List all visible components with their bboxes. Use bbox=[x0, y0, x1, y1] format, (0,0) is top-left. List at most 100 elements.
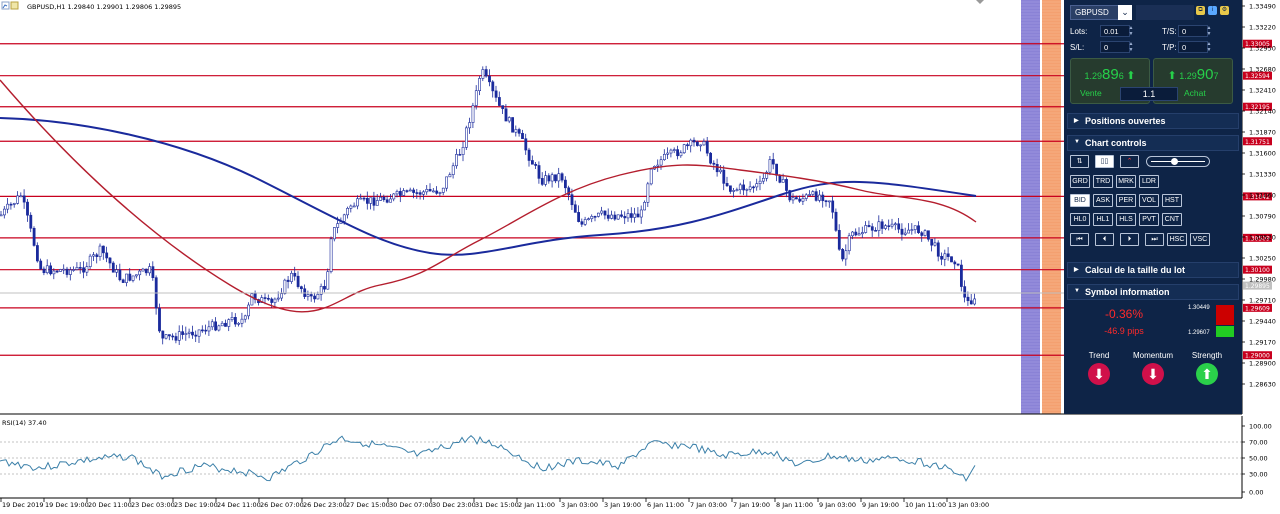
chart-control-hl1-button[interactable]: HL1 bbox=[1093, 213, 1113, 226]
lot-display[interactable]: 1.1 bbox=[1120, 87, 1178, 101]
candle-body bbox=[418, 192, 422, 195]
time-tick-label: 23 Dec 19:00 bbox=[174, 501, 218, 509]
chart-control-hls-button[interactable]: HLS bbox=[1116, 213, 1136, 226]
ts-stepper[interactable]: ▲ ▼ bbox=[1206, 25, 1212, 37]
candle-body bbox=[827, 200, 831, 203]
candle-body bbox=[686, 144, 689, 147]
candle-body bbox=[464, 127, 468, 148]
candle-body bbox=[135, 274, 138, 277]
candle-body bbox=[138, 270, 142, 276]
bar-mode-button[interactable]: ▯▯ bbox=[1095, 155, 1114, 168]
vsc-button[interactable]: VSC bbox=[1190, 233, 1210, 246]
candle-body bbox=[808, 194, 812, 196]
zoom-slider[interactable] bbox=[1146, 156, 1210, 167]
candle-body bbox=[550, 174, 554, 182]
level-tag-label: 1.31751 bbox=[1245, 139, 1270, 146]
candle-body bbox=[712, 162, 716, 165]
chart-control-hst-button[interactable]: HST bbox=[1162, 194, 1182, 207]
tp-field[interactable]: 0 bbox=[1178, 41, 1208, 53]
prev-bar-button[interactable]: ⏴ bbox=[1095, 233, 1114, 246]
candle-body bbox=[785, 179, 788, 191]
chart-control-cnt-button[interactable]: CNT bbox=[1162, 213, 1182, 226]
tp-stepper[interactable]: ▲ ▼ bbox=[1206, 41, 1212, 53]
candle-body bbox=[16, 195, 20, 204]
candle-body bbox=[963, 286, 967, 298]
time-tick-label: 7 Jan 19:00 bbox=[733, 501, 770, 509]
candle-body bbox=[709, 152, 713, 164]
candle-body bbox=[356, 198, 359, 207]
candle-body bbox=[841, 249, 845, 260]
chart-control-trd-button[interactable]: TRD bbox=[1093, 175, 1113, 188]
candle-body bbox=[22, 195, 26, 203]
candle-body bbox=[471, 105, 475, 123]
arrow-up-icon: ⬆ bbox=[1167, 70, 1177, 82]
chart-control-grd-button[interactable]: GRD bbox=[1070, 175, 1090, 188]
chart-control-hl0-button[interactable]: HL0 bbox=[1070, 213, 1090, 226]
chart-control-mrk-button[interactable]: MRK bbox=[1116, 175, 1136, 188]
candle-body bbox=[0, 214, 3, 217]
chart-control-bid-button[interactable]: BID bbox=[1070, 194, 1090, 207]
candle-body bbox=[966, 296, 970, 302]
rsi-tick-label: 0.00 bbox=[1249, 489, 1263, 497]
chevron-down-icon[interactable]: ⌄ bbox=[1118, 5, 1132, 20]
section-lot-calc[interactable]: ▶ Calcul de la taille du lot bbox=[1067, 262, 1239, 278]
candle-body bbox=[893, 223, 897, 226]
candle-body bbox=[29, 214, 33, 229]
candle-body bbox=[649, 168, 653, 185]
candle-body bbox=[425, 189, 429, 193]
candle-body bbox=[85, 266, 89, 273]
candle-body bbox=[560, 173, 564, 181]
candle-body bbox=[973, 298, 977, 305]
section-chart-controls[interactable]: ▼ Chart controls bbox=[1067, 135, 1239, 151]
chart-control-ask-button[interactable]: ASK bbox=[1093, 194, 1113, 207]
candle-body bbox=[375, 200, 379, 206]
hsc-button[interactable]: HSC bbox=[1167, 233, 1187, 246]
candle-body bbox=[217, 325, 221, 331]
first-bar-button[interactable]: ⏮ bbox=[1070, 233, 1089, 246]
time-tick-label: 26 Dec 07:00 bbox=[260, 501, 304, 509]
section-open-positions[interactable]: ▶ Positions ouvertes bbox=[1067, 113, 1239, 129]
chart-control-vol-button[interactable]: VOL bbox=[1139, 194, 1159, 207]
candle-body bbox=[75, 267, 79, 270]
candle-body bbox=[293, 272, 297, 277]
ts-field[interactable]: 0 bbox=[1178, 25, 1208, 37]
candle-body bbox=[125, 273, 128, 283]
candle-body bbox=[144, 268, 148, 274]
sl-field[interactable]: 0 bbox=[1100, 41, 1130, 53]
candle-body bbox=[851, 231, 854, 237]
sl-stepper[interactable]: ▲ ▼ bbox=[1128, 41, 1134, 53]
candle-body bbox=[771, 159, 775, 165]
momentum-label: Momentum bbox=[1132, 351, 1173, 360]
candle-body bbox=[408, 189, 412, 192]
last-bar-button[interactable]: ⏭ bbox=[1145, 233, 1164, 246]
chart-control-ldr-button[interactable]: LDR bbox=[1139, 175, 1159, 188]
price-tick-label: 1.28900 bbox=[1249, 360, 1276, 368]
lots-stepper[interactable]: ▲ ▼ bbox=[1128, 25, 1134, 37]
chart-control-pvt-button[interactable]: PVT bbox=[1139, 213, 1159, 226]
candle-body bbox=[431, 190, 435, 193]
price-tick-label: 1.33490 bbox=[1249, 3, 1276, 11]
next-bar-button[interactable]: ⏵ bbox=[1120, 233, 1139, 246]
symbol-search[interactable] bbox=[1136, 5, 1194, 20]
rsi-chart[interactable]: RSI(14) 37.40 100.0070.0050.0030.000.00 … bbox=[0, 416, 1280, 514]
price-tick-label: 1.30520 bbox=[1249, 234, 1276, 242]
candle-body bbox=[910, 229, 914, 231]
candle-body bbox=[105, 252, 109, 259]
zoom-slider-thumb[interactable] bbox=[1171, 158, 1178, 165]
info-icon[interactable]: i bbox=[1208, 6, 1217, 15]
candle-body bbox=[563, 179, 567, 189]
candle-mode-button[interactable]: ⇅ bbox=[1070, 155, 1089, 168]
chart-control-per-button[interactable]: PER bbox=[1116, 194, 1136, 207]
lots-field[interactable]: 0.01 bbox=[1100, 25, 1130, 37]
time-tick-label: 31 Dec 15:00 bbox=[475, 501, 519, 509]
buy-price-pip: 7 bbox=[1213, 71, 1219, 81]
copy-icon[interactable]: ⧉ bbox=[1196, 6, 1205, 15]
settings-icon[interactable]: ⚙ bbox=[1220, 6, 1229, 15]
candle-body bbox=[504, 108, 508, 122]
high-value: 1.30449 bbox=[1188, 305, 1210, 311]
candle-body bbox=[451, 165, 455, 175]
candle-body bbox=[184, 333, 188, 335]
line-mode-button[interactable]: ⌃ bbox=[1120, 155, 1139, 168]
section-symbol-info[interactable]: ▼ Symbol information bbox=[1067, 284, 1239, 300]
time-tick-label: 13 Jan 03:00 bbox=[948, 501, 989, 509]
